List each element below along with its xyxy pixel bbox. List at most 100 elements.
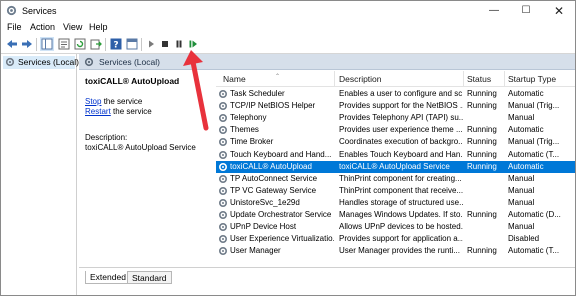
service-description: Enables Touch Keyboard and Han... (339, 149, 463, 159)
restart-link[interactable]: Restart (85, 107, 111, 116)
stop-link[interactable]: Stop (85, 97, 101, 106)
column-header-status[interactable]: Status (467, 73, 491, 87)
gear-icon (218, 102, 228, 111)
gear-icon (218, 235, 228, 244)
table-row[interactable]: TCP/IP NetBIOS Helper Provides support fo… (216, 100, 575, 112)
service-description: Allows UPnP devices to be hosted... (339, 222, 463, 232)
menu-view[interactable]: View (63, 22, 82, 32)
maximize-button[interactable]: ☐ (511, 1, 541, 21)
stop-link-suffix: the service (101, 97, 143, 106)
refresh-icon[interactable] (73, 37, 87, 51)
column-divider[interactable] (504, 71, 505, 87)
show-tree-icon[interactable] (40, 37, 54, 51)
table-row[interactable]: TP AutoConnect Service ThinPrint componen… (216, 173, 575, 185)
svg-text:?: ? (113, 41, 118, 51)
tab-extended[interactable]: Extended (85, 271, 131, 284)
toolbar: ? (1, 35, 575, 54)
gear-icon (218, 114, 228, 123)
sort-ascending-icon: ⌃ (275, 74, 281, 80)
gear-icon (218, 198, 228, 207)
table-row[interactable]: User Experience Virtualizatio... Provides… (216, 233, 575, 245)
table-row[interactable]: Task Scheduler Enables a user to configur… (216, 88, 575, 100)
service-name: Update Orchestrator Service (230, 210, 332, 219)
minimize-button[interactable]: — (479, 1, 509, 21)
table-row[interactable]: UPnP Device Host Allows UPnP devices to b… (216, 221, 575, 233)
service-name: Touch Keyboard and Hand... (230, 149, 332, 159)
table-row[interactable]: TP VC Gateway Service ThinPrint component… (216, 185, 575, 197)
table-row[interactable]: Telephony Provides Telephony API (TAPI) s… (216, 112, 575, 124)
column-header-name[interactable]: ⌃ Name (223, 73, 280, 87)
restart-icon[interactable] (186, 37, 200, 51)
forward-icon[interactable] (20, 37, 34, 51)
service-name: UPnP Device Host (230, 222, 297, 232)
service-startup-type: Disabled (508, 234, 540, 244)
tree-item-services-local[interactable]: Services (Local) (3, 56, 79, 69)
table-row[interactable]: Time Broker Coordinates execution of back… (216, 136, 575, 148)
table-row[interactable]: Themes Provides user experience theme ...… (216, 124, 575, 136)
service-startup-type: Automatic (T... (508, 149, 560, 159)
service-status: Running (467, 101, 497, 111)
gear-icon (84, 57, 94, 67)
service-description: toxiCALL® AutoUpload Service (339, 161, 450, 171)
gear-icon (218, 174, 228, 183)
back-icon[interactable] (5, 37, 19, 51)
service-startup-type: Manual (508, 113, 535, 123)
console-tree: Services (Local) (1, 54, 79, 295)
toolbar-separator (36, 38, 37, 51)
service-name: TCP/IP NetBIOS Helper (230, 101, 316, 111)
menu-help[interactable]: Help (89, 22, 108, 32)
gear-icon (218, 162, 228, 171)
service-startup-type: Automatic (508, 161, 544, 171)
list-header: ⌃ Name Description Status Startup Type (216, 71, 575, 87)
column-header-description[interactable]: Description (339, 73, 382, 87)
menu-action[interactable]: Action (30, 22, 55, 32)
service-description: ThinPrint component that receive... (339, 185, 463, 195)
stop-icon[interactable] (158, 37, 172, 51)
service-startup-type: Manual (Trig... (508, 101, 560, 111)
column-header-startup-type[interactable]: Startup Type (508, 73, 556, 87)
service-status: Running (467, 210, 497, 219)
pane-header: Services (Local) (79, 54, 575, 70)
gear-icon (218, 247, 228, 256)
gear-icon (218, 150, 228, 159)
table-row[interactable]: Update Orchestrator Service Manages Windo… (216, 209, 575, 221)
service-name: User Manager (230, 246, 281, 256)
console-icon[interactable] (125, 37, 139, 51)
toolbar-separator (141, 38, 142, 51)
gear-icon (218, 186, 228, 195)
service-name: UnistoreSvc_1e29d (230, 197, 300, 207)
pause-icon[interactable] (172, 37, 186, 51)
service-description: Manages Windows Updates. If sto... (339, 210, 463, 219)
table-row[interactable]: UnistoreSvc_1e29d Handles storage of stru… (216, 197, 575, 209)
tree-item-label: Services (Local) (18, 57, 79, 67)
window-title: Services (22, 6, 57, 16)
column-divider[interactable] (334, 71, 335, 87)
service-status: Running (467, 89, 497, 98)
view-tabs: Extended Standard (79, 267, 575, 295)
table-row[interactable]: toxiCALL® AutoUpload toxiCALL® AutoUpload… (216, 160, 575, 173)
service-name: TP AutoConnect Service (230, 173, 318, 183)
gear-icon (5, 57, 15, 67)
menu-file[interactable]: File (7, 22, 22, 32)
table-row[interactable]: User Manager User Manager provides the ru… (216, 245, 575, 257)
export-icon[interactable] (89, 37, 103, 51)
help-icon[interactable]: ? (109, 37, 123, 51)
service-startup-type: Automatic (T... (508, 246, 560, 256)
description-label: Description: (85, 133, 128, 142)
restart-link-suffix: the service (110, 107, 152, 116)
service-description: Enables a user to configure and sc... (339, 89, 463, 98)
properties-icon[interactable] (57, 37, 71, 51)
tab-standard[interactable]: Standard (127, 271, 172, 284)
service-description: Provides Telephony API (TAPI) su... (339, 113, 463, 123)
close-button[interactable]: ✕ (544, 1, 574, 21)
column-divider[interactable] (463, 71, 464, 87)
service-startup-type: Manual (508, 173, 535, 183)
pane-header-title: Services (Local) (99, 57, 160, 67)
gear-icon (218, 138, 228, 147)
table-row[interactable]: Touch Keyboard and Hand... Enables Touch … (216, 149, 575, 161)
service-startup-type: Automatic (508, 125, 544, 135)
service-description: Handles storage of structured use... (339, 197, 463, 207)
service-status: Running (467, 149, 497, 159)
start-icon[interactable] (144, 37, 158, 51)
description-text: toxiCALL® AutoUpload Service (85, 143, 196, 152)
